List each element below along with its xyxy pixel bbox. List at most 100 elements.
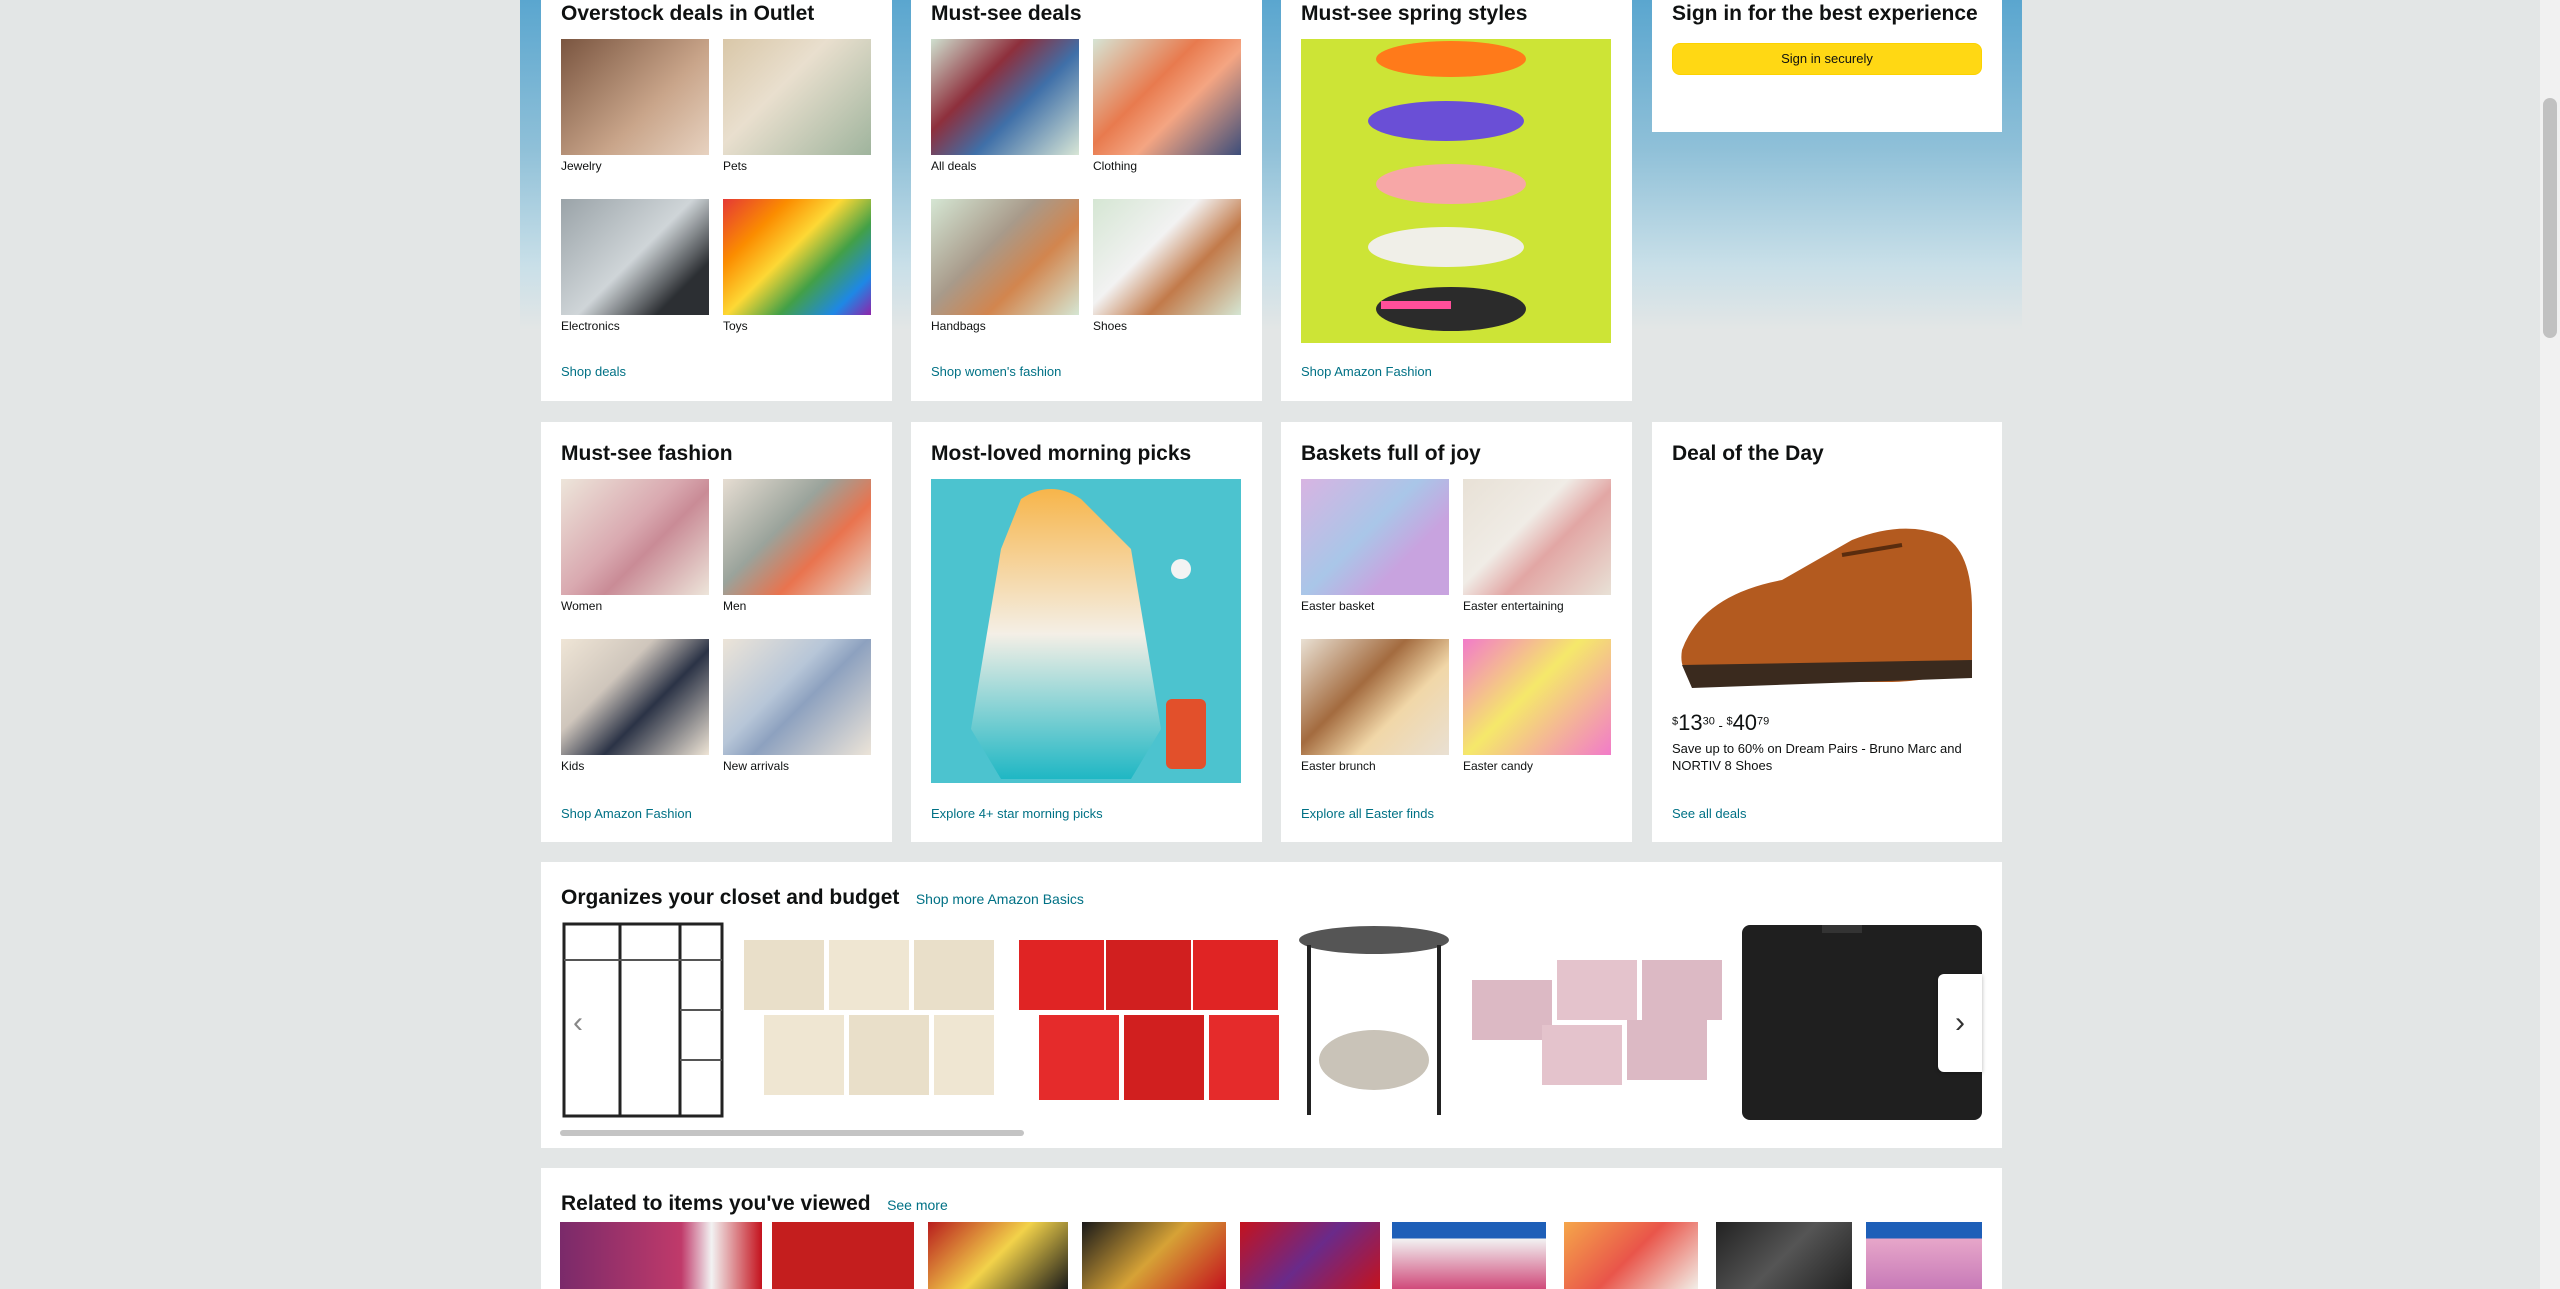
related-item[interactable] bbox=[772, 1222, 914, 1289]
price-high-cents[interactable]: 79 bbox=[1757, 716, 1769, 728]
card-title: Must-see spring styles bbox=[1301, 2, 1528, 25]
price-low-dollars[interactable]: 13 bbox=[1678, 710, 1702, 735]
related-item[interactable] bbox=[1240, 1222, 1380, 1289]
explore-morning-picks-link[interactable]: Explore 4+ star morning picks bbox=[931, 806, 1103, 821]
new-arrivals-image[interactable] bbox=[723, 639, 871, 755]
men-image[interactable] bbox=[723, 479, 871, 595]
sign-in-button[interactable]: Sign in securely bbox=[1672, 43, 1982, 75]
easter-entertaining-image[interactable] bbox=[1463, 479, 1611, 595]
easter-candy-image[interactable] bbox=[1463, 639, 1611, 755]
side-table-graphic bbox=[1299, 926, 1449, 1115]
tile-pets[interactable]: Pets bbox=[723, 39, 871, 173]
tile-easter-entertaining[interactable]: Easter entertaining bbox=[1463, 479, 1611, 613]
tile-label[interactable]: All deals bbox=[931, 159, 1079, 173]
tile-electronics[interactable]: Electronics bbox=[561, 199, 709, 333]
page-scroll-thumb[interactable] bbox=[2543, 98, 2557, 338]
page-scrollbar[interactable] bbox=[2540, 0, 2560, 1289]
tile-toys[interactable]: Toys bbox=[723, 199, 871, 333]
spring-styles-image[interactable] bbox=[1301, 39, 1611, 343]
related-item[interactable] bbox=[1564, 1222, 1698, 1289]
tile-label[interactable]: Handbags bbox=[931, 319, 1079, 333]
all-deals-image[interactable] bbox=[931, 39, 1079, 155]
related-item[interactable] bbox=[1716, 1222, 1852, 1289]
tile-all-deals[interactable]: All deals bbox=[931, 39, 1079, 173]
carousel-prev-button[interactable]: ‹ bbox=[560, 974, 596, 1072]
card-title: Deal of the Day bbox=[1672, 442, 1824, 465]
card-title: Most-loved morning picks bbox=[931, 442, 1192, 465]
carousel-scroll-thumb[interactable] bbox=[560, 1130, 1024, 1136]
shoes-image[interactable] bbox=[1093, 199, 1241, 315]
tile-handbags[interactable]: Handbags bbox=[931, 199, 1079, 333]
tile-label[interactable]: Shoes bbox=[1093, 319, 1241, 333]
related-item[interactable] bbox=[1082, 1222, 1226, 1289]
related-item[interactable] bbox=[1392, 1222, 1546, 1289]
chevron-left-icon: ‹ bbox=[573, 1006, 583, 1039]
tile-label[interactable]: Electronics bbox=[561, 319, 709, 333]
product-red-bins[interactable] bbox=[1014, 920, 1284, 1120]
pets-image[interactable] bbox=[723, 39, 871, 155]
tile-easter-brunch[interactable]: Easter brunch bbox=[1301, 639, 1449, 773]
tile-jewelry[interactable]: Jewelry bbox=[561, 39, 709, 173]
tile-clothing[interactable]: Clothing bbox=[1093, 39, 1241, 173]
shop-amazon-basics-link[interactable]: Shop more Amazon Basics bbox=[916, 891, 1084, 907]
tile-label[interactable]: Easter candy bbox=[1463, 759, 1611, 773]
electronics-image[interactable] bbox=[561, 199, 709, 315]
jacket-graphic bbox=[971, 489, 1206, 779]
shop-womens-fashion-link[interactable]: Shop women's fashion bbox=[931, 364, 1061, 379]
tile-easter-basket[interactable]: Easter basket bbox=[1301, 479, 1449, 613]
tile-label[interactable]: Pets bbox=[723, 159, 871, 173]
women-image[interactable] bbox=[561, 479, 709, 595]
tile-label[interactable]: Easter entertaining bbox=[1463, 599, 1611, 613]
shop-amazon-fashion-link[interactable]: Shop Amazon Fashion bbox=[1301, 364, 1432, 379]
price-high-dollars[interactable]: 40 bbox=[1733, 710, 1757, 735]
tile-label[interactable]: Jewelry bbox=[561, 159, 709, 173]
red-bins-graphic bbox=[1019, 940, 1279, 1100]
card-spring-styles: Must-see spring styles Shop Amazon Fashi… bbox=[1281, 0, 1632, 401]
card-title: Must-see deals bbox=[931, 2, 1082, 25]
tile-kids[interactable]: Kids bbox=[561, 639, 709, 773]
tile-label[interactable]: New arrivals bbox=[723, 759, 871, 773]
toys-image[interactable] bbox=[723, 199, 871, 315]
jewelry-image[interactable] bbox=[561, 39, 709, 155]
shop-deals-link[interactable]: Shop deals bbox=[561, 364, 626, 379]
carousel-next-button[interactable]: › bbox=[1938, 974, 1982, 1072]
easter-brunch-image[interactable] bbox=[1301, 639, 1449, 755]
morning-picks-image[interactable] bbox=[931, 479, 1241, 783]
related-item[interactable] bbox=[1866, 1222, 1982, 1289]
see-more-link[interactable]: See more bbox=[887, 1197, 948, 1213]
deal-price[interactable]: $1330 - $4079 bbox=[1672, 710, 1769, 736]
tile-new-arrivals[interactable]: New arrivals bbox=[723, 639, 871, 773]
related-header: Related to items you've viewed See more bbox=[561, 1190, 1982, 1218]
tile-label[interactable]: Toys bbox=[723, 319, 871, 333]
product-pink-bins[interactable] bbox=[1462, 920, 1732, 1120]
tile-easter-candy[interactable]: Easter candy bbox=[1463, 639, 1611, 773]
related-item[interactable] bbox=[560, 1222, 762, 1289]
card-title: Sign in for the best experience bbox=[1672, 2, 1978, 25]
brogue-shoe-graphic bbox=[1681, 528, 1972, 688]
tile-label[interactable]: Kids bbox=[561, 759, 709, 773]
related-item[interactable] bbox=[928, 1222, 1068, 1289]
product-side-table[interactable] bbox=[1294, 920, 1454, 1120]
tile-women[interactable]: Women bbox=[561, 479, 709, 613]
price-low-cents[interactable]: 30 bbox=[1703, 716, 1715, 728]
clothing-image[interactable] bbox=[1093, 39, 1241, 155]
tile-label[interactable]: Women bbox=[561, 599, 709, 613]
tile-label[interactable]: Men bbox=[723, 599, 871, 613]
product-beige-bins[interactable] bbox=[734, 920, 1004, 1120]
tile-men[interactable]: Men bbox=[723, 479, 871, 613]
easter-basket-image[interactable] bbox=[1301, 479, 1449, 595]
tile-label[interactable]: Easter brunch bbox=[1301, 759, 1449, 773]
tile-label[interactable]: Easter basket bbox=[1301, 599, 1449, 613]
shop-amazon-fashion-link[interactable]: Shop Amazon Fashion bbox=[561, 806, 692, 821]
see-all-deals-link[interactable]: See all deals bbox=[1672, 806, 1746, 821]
explore-easter-link[interactable]: Explore all Easter finds bbox=[1301, 806, 1434, 821]
tile-shoes[interactable]: Shoes bbox=[1093, 199, 1241, 333]
handbags-image[interactable] bbox=[931, 199, 1079, 315]
carousel-scrollbar[interactable] bbox=[560, 1130, 1980, 1136]
deal-product-image[interactable] bbox=[1672, 500, 1982, 710]
kids-image[interactable] bbox=[561, 639, 709, 755]
tile-label[interactable]: Clothing bbox=[1093, 159, 1241, 173]
card-title: Overstock deals in Outlet bbox=[561, 2, 815, 25]
pink-bins-graphic bbox=[1472, 960, 1722, 1085]
deal-description[interactable]: Save up to 60% on Dream Pairs - Bruno Ma… bbox=[1672, 740, 1982, 774]
